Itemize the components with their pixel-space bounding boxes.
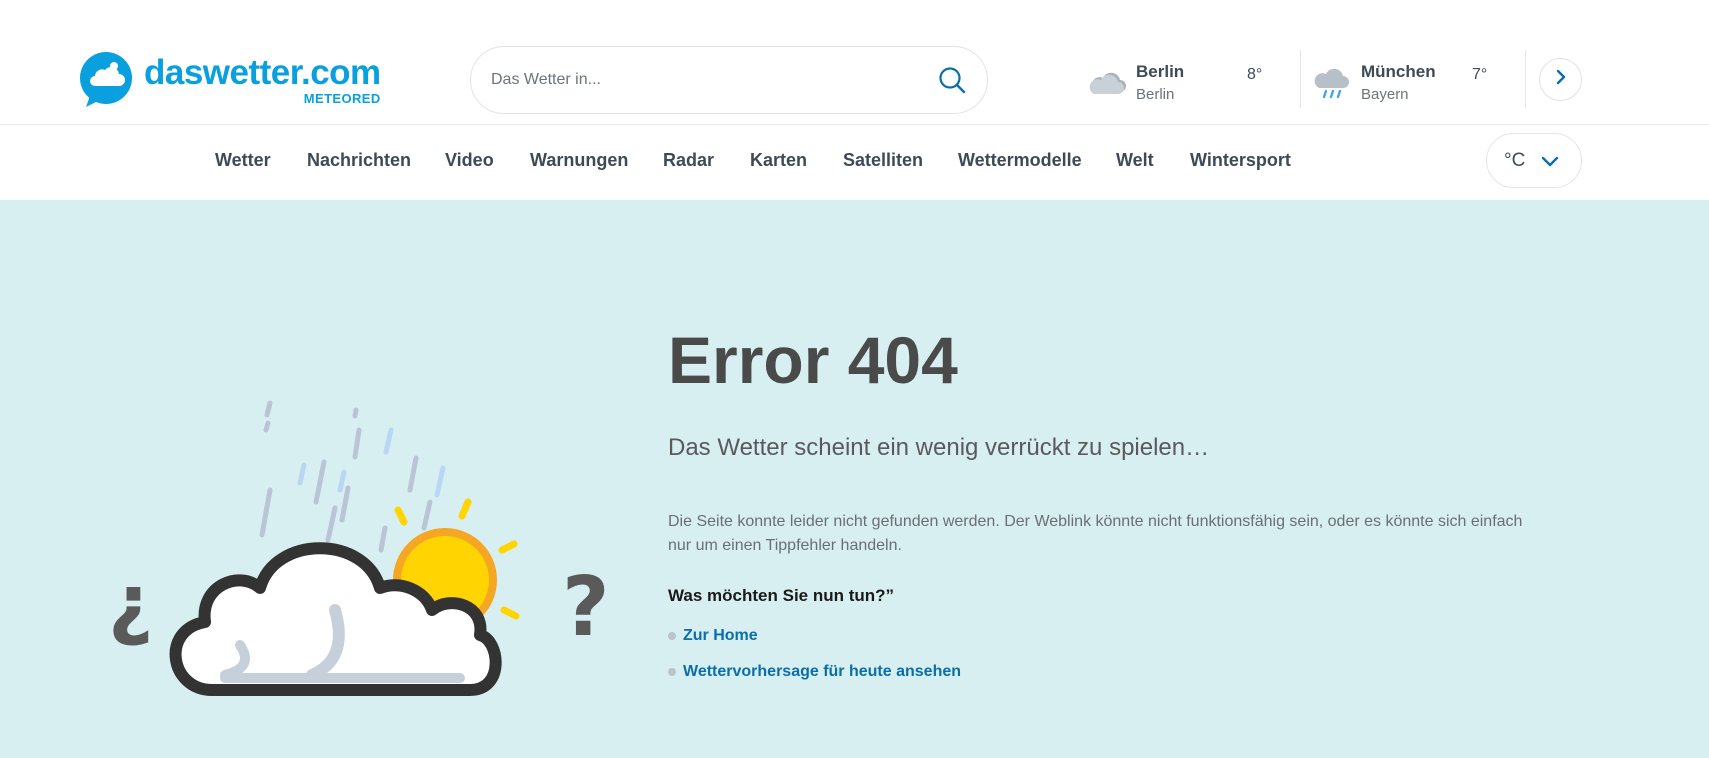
nav-item-nachrichten[interactable]: Nachrichten	[307, 150, 411, 171]
search-icon[interactable]	[937, 65, 967, 95]
top-header: daswetter.com METEORED Berlin Berlin 8°	[0, 0, 1709, 125]
search-input[interactable]	[491, 71, 937, 89]
home-link[interactable]: Zur Home	[683, 627, 758, 645]
city-region: Berlin	[1136, 85, 1175, 103]
nav-item-wetter[interactable]: Wetter	[215, 150, 271, 171]
city-name: München	[1361, 61, 1436, 81]
bullet-icon	[668, 668, 676, 676]
city-temp: 7°	[1472, 66, 1488, 83]
bullet-icon	[668, 632, 676, 640]
city-temp: 8°	[1247, 66, 1263, 83]
city-widget-muenchen[interactable]: München Bayern	[1313, 52, 1436, 112]
nav-item-welt[interactable]: Welt	[1116, 150, 1154, 171]
cloudy-icon	[1088, 64, 1128, 100]
nav-item-satelliten[interactable]: Satelliten	[843, 150, 923, 171]
confused-weather-illustration: ¿ ?	[100, 190, 620, 710]
nav-item-wintersport[interactable]: Wintersport	[1190, 150, 1291, 171]
unit-selector[interactable]: °C	[1486, 133, 1582, 188]
city-name: Berlin	[1136, 61, 1185, 81]
nav-item-karten[interactable]: Karten	[750, 150, 807, 171]
chevron-right-icon	[1554, 69, 1568, 90]
logo-sub: METEORED	[303, 91, 381, 106]
city-widget-berlin[interactable]: Berlin Berlin	[1088, 52, 1184, 112]
divider	[1300, 50, 1301, 108]
logo-name: daswetter.com	[144, 53, 381, 92]
nav-item-video[interactable]: Video	[445, 150, 494, 171]
list-item: Zur Home	[668, 624, 961, 648]
city-region: Bayern	[1361, 85, 1409, 103]
svg-text:¿: ¿	[108, 559, 153, 649]
list-item: Wettervorhersage für heute ansehen	[668, 660, 961, 684]
nav-item-wettermodelle[interactable]: Wettermodelle	[958, 150, 1082, 171]
forecast-today-link[interactable]: Wettervorhersage für heute ansehen	[683, 663, 961, 681]
error-description: Die Seite konnte leider nicht gefunden w…	[668, 513, 1523, 554]
chevron-down-icon	[1541, 155, 1559, 167]
search-box	[470, 46, 988, 114]
next-city-button[interactable]	[1539, 58, 1582, 101]
error-question: Was möchten Sie nun tun?”	[668, 586, 895, 605]
error-title: Error 404	[668, 323, 958, 397]
site-logo[interactable]: daswetter.com METEORED	[80, 52, 390, 108]
error-links: Zur Home Wettervorhersage für heute anse…	[668, 624, 961, 696]
nav-item-warnungen[interactable]: Warnungen	[530, 150, 628, 171]
svg-text:?: ?	[562, 560, 610, 655]
logo-icon	[80, 52, 134, 108]
nav-item-radar[interactable]: Radar	[663, 150, 714, 171]
rain-cloud-icon	[1313, 64, 1353, 100]
main-nav: Wetter Nachrichten Video Warnungen Radar…	[0, 126, 1709, 200]
divider	[1525, 50, 1526, 108]
error-subtitle: Das Wetter scheint ein wenig verrückt zu…	[668, 434, 1210, 461]
unit-value: °C	[1504, 149, 1526, 171]
